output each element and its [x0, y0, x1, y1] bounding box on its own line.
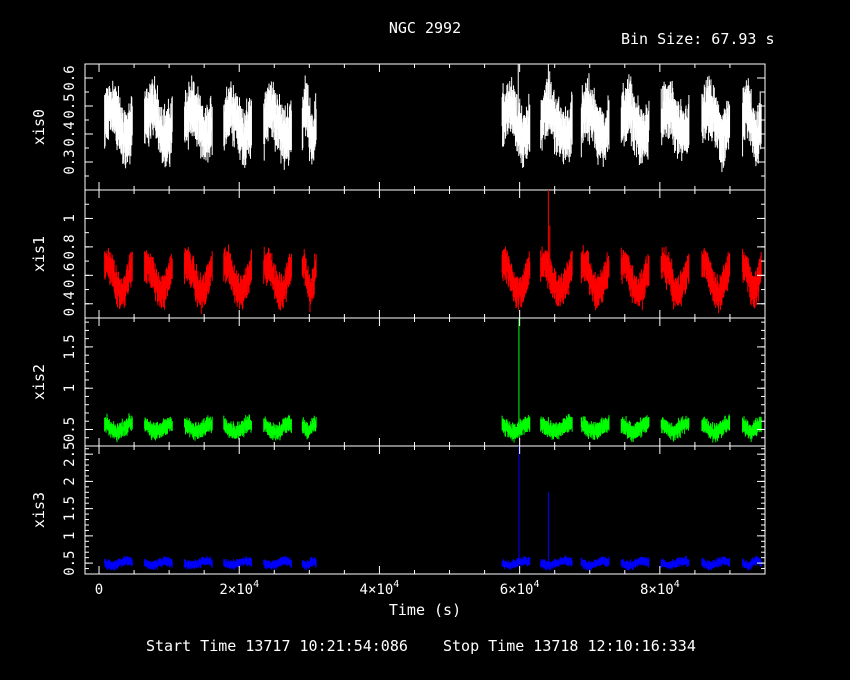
- start-time-label: Start Time 13717 10:21:54:086: [146, 637, 408, 655]
- y-tick-label: 0.4: [62, 291, 78, 316]
- panel-xis0: 0.3 0.4 0.5 0.6 xis0: [30, 63, 766, 191]
- y-tick-label: 1.5: [62, 496, 78, 521]
- panel-label-xis2: xis2: [30, 364, 48, 400]
- panel-xis1: 0.4 0.6 0.8 1 xis1: [30, 189, 766, 319]
- panel-xis2: 0.5 1 1.5 xis2: [30, 317, 766, 447]
- x-tick-label: 2×104: [219, 579, 259, 598]
- panel-label-xis0: xis0: [30, 109, 48, 145]
- y-tick-label: 1.5: [62, 334, 78, 359]
- panel-frame: [84, 445, 766, 575]
- light-curve-plot: 0.3 0.4 0.5 0.6 xis0 0.4 0.6 0.8 1 xis1 0.5 1 1.5 xis…: [30, 63, 766, 598]
- y-tick-label: 0.4: [62, 121, 78, 146]
- y-tick-label: 2.5: [62, 442, 78, 467]
- series-xis2: [104, 318, 762, 443]
- panel-label-xis3: xis3: [30, 492, 48, 528]
- y-tick-label: 0.6: [62, 263, 78, 288]
- y-tick-label: 0.5: [62, 93, 78, 118]
- panel-xis3: 0.5 1 1.5 2 2.5 xis3: [30, 442, 766, 576]
- x-tick-label: 0: [95, 582, 103, 598]
- y-tick-label: 0.5: [62, 550, 78, 575]
- y-tick-label: 1: [62, 532, 78, 540]
- series-xis3: [104, 446, 762, 571]
- y-tick-label: 0.3: [62, 149, 78, 174]
- x-axis-label: Time (s): [388, 601, 462, 619]
- series-xis1: [104, 190, 762, 314]
- x-tick-label: 4×104: [360, 579, 400, 598]
- y-tick-label: 0.6: [62, 65, 78, 90]
- y-tick-label: 0.5: [62, 417, 78, 442]
- y-tick-label: 1: [62, 214, 78, 222]
- y-tick-label: 2: [62, 477, 78, 485]
- series-xis0: [104, 64, 762, 173]
- y-tick-label: 1: [62, 384, 78, 392]
- panel-label-xis1: xis1: [30, 236, 48, 272]
- y-tick-label: 0.8: [62, 234, 78, 259]
- x-tick-label: 6×104: [500, 579, 540, 598]
- x-tick-label: 8×104: [640, 579, 680, 598]
- stop-time-label: Stop Time 13718 12:10:16:334: [443, 637, 696, 655]
